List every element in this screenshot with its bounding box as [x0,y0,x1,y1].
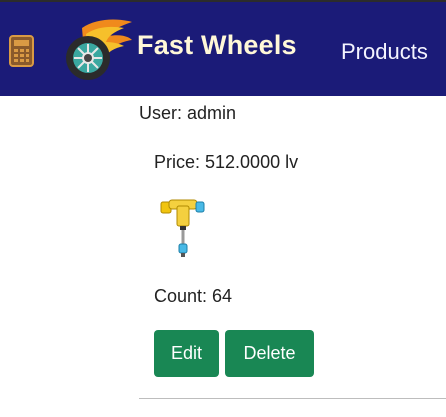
calculator-icon[interactable] [9,35,34,67]
skate-tool-image [158,195,208,259]
edit-button[interactable]: Edit [154,330,219,377]
delete-button[interactable]: Delete [225,330,314,377]
brand-name[interactable]: Fast Wheels [137,30,297,61]
flaming-wheel-logo[interactable] [62,18,134,82]
product-price: Price: 512.0000 lv [154,152,299,172]
current-user-label: User: admin [139,103,237,123]
product-count: Count: 64 [154,286,233,306]
divider [139,398,446,399]
nav-link-products[interactable]: Products [341,39,428,65]
navbar: Fast Wheels Products [0,2,446,96]
